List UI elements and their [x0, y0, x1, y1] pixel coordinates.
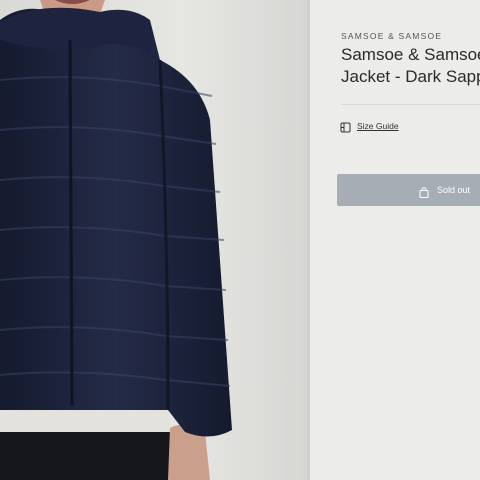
size-chart-icon: [340, 120, 351, 133]
divider-line: [341, 104, 480, 105]
product-brand[interactable]: SAMSOE & SAMSOE: [341, 31, 442, 41]
size-guide-link[interactable]: Size Guide: [340, 120, 399, 133]
jacket-photo: [0, 0, 232, 480]
shopping-bag-icon: [419, 185, 429, 198]
sold-out-button[interactable]: Sold out: [337, 174, 480, 206]
product-title-line-1: Samsoe & Samsoe: [341, 45, 480, 64]
sold-out-label: Sold out: [437, 185, 471, 195]
product-title: Samsoe & Samsoe Jacket - Dark Sapph: [341, 44, 480, 88]
product-info-panel: SAMSOE & SAMSOE Samsoe & Samsoe Jacket -…: [310, 0, 480, 480]
product-title-line-2: Jacket - Dark Sapph: [341, 67, 480, 86]
size-guide-label: Size Guide: [357, 120, 399, 131]
product-image[interactable]: [0, 0, 308, 480]
